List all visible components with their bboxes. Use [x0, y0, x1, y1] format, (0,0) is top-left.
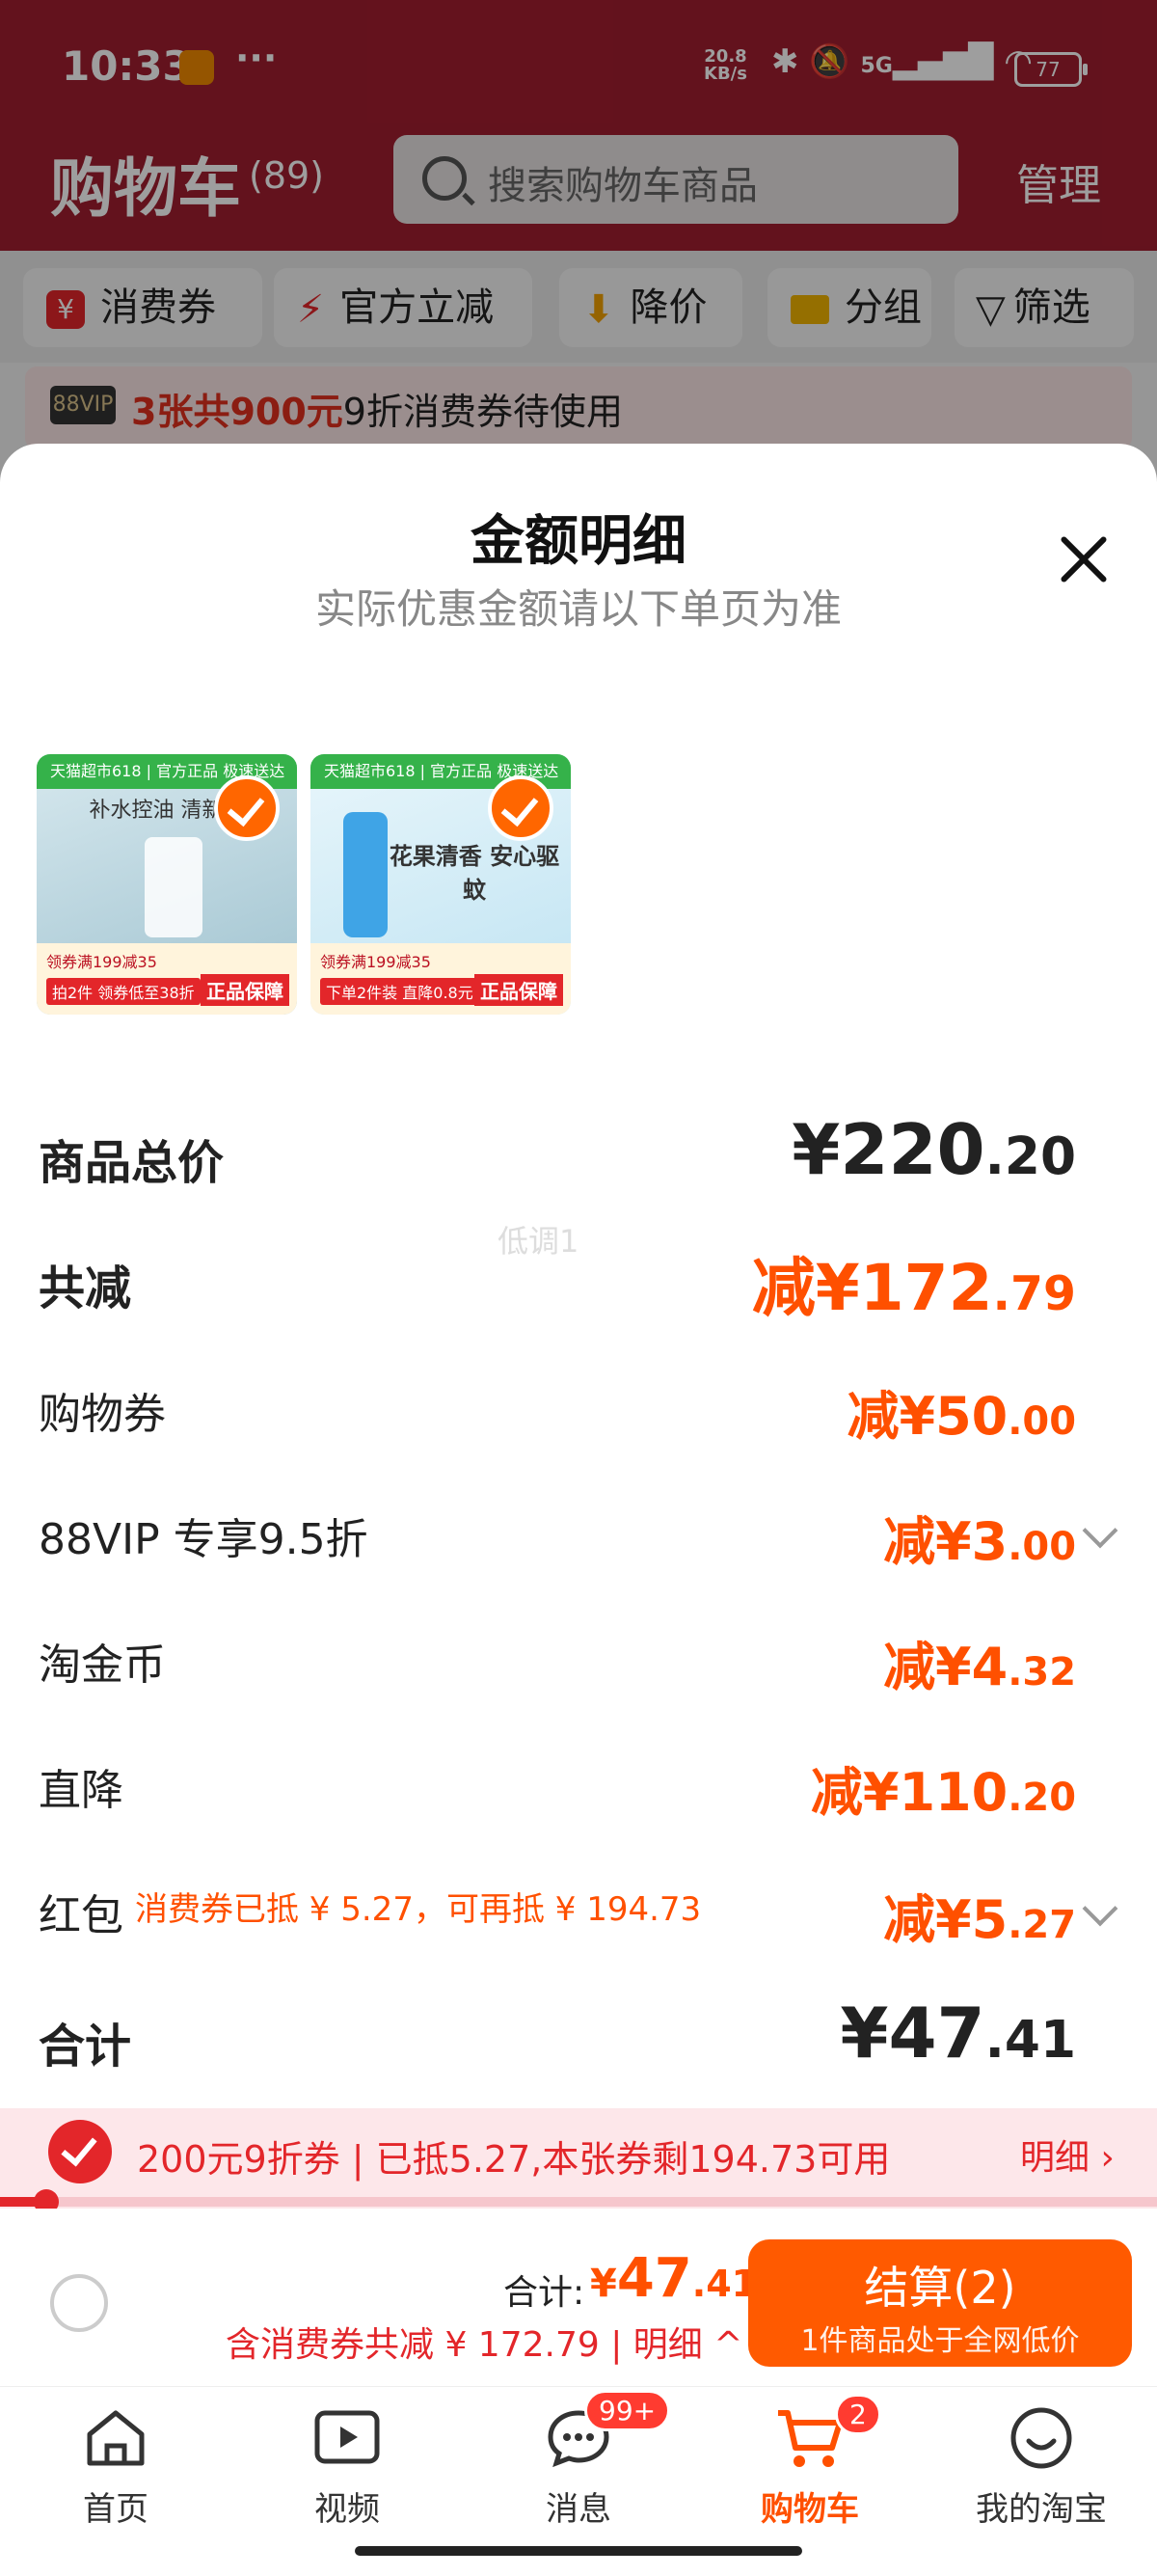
coupon-detail-link[interactable]: 明细 ›: [1020, 2129, 1115, 2180]
row-label-shopping-voucher: 购物券: [39, 1390, 166, 1439]
sheet-title: 金额明细: [471, 510, 686, 573]
row-value-total-discount: 减¥172.79: [751, 1251, 1076, 1325]
cart-badge: 2: [835, 2394, 881, 2435]
product-bottle-image: [145, 837, 202, 937]
row-value-shopping-voucher: 减¥50.00: [847, 1386, 1076, 1447]
tab-my-taobao[interactable]: 我的淘宝: [926, 2400, 1157, 2530]
row-value-taojinbi: 减¥4.32: [883, 1637, 1076, 1697]
coupon-progress-track: [0, 2197, 1157, 2207]
row-value-hongbao[interactable]: 减¥5.27: [883, 1877, 1076, 1953]
message-badge: 99+: [584, 2390, 671, 2431]
coupon-check-icon[interactable]: [48, 2120, 112, 2183]
total-value: ¥47.41: [590, 2247, 758, 2310]
tab-video[interactable]: 视频: [231, 2400, 463, 2530]
tab-cart[interactable]: 购物车 2: [694, 2394, 926, 2530]
home-icon: [87, 2410, 145, 2466]
tab-messages[interactable]: 消息 99+: [463, 2390, 694, 2530]
selected-check-icon[interactable]: [488, 775, 553, 841]
sheet-subtitle: 实际优惠金额请以下单页为准: [314, 585, 842, 633]
row-value-direct-reduction: 减¥110.20: [810, 1762, 1076, 1823]
video-icon: [314, 2410, 380, 2464]
select-all-checkbox[interactable]: [50, 2274, 108, 2332]
coupon-text: 200元9折券 | 已抵5.27,本张券剩194.73可用: [137, 2138, 891, 2181]
product-thumbnail[interactable]: 天猫超市618 | 官方正品 极速送达 补水控油 清新水 领券满199减35 拍…: [37, 754, 297, 1015]
row-value-subtotal: ¥220.20: [792, 1109, 1076, 1190]
close-icon[interactable]: [1053, 532, 1107, 586]
discount-detail-toggle[interactable]: 含消费券共减 ¥ 172.79 | 明细 ^: [226, 2317, 742, 2367]
product-promo: 领券满199减35 下单2件装 直降0.8元 正品保障: [310, 943, 571, 1015]
watermark: 低调1: [498, 1223, 579, 1260]
row-label-subtotal: 商品总价: [39, 1136, 225, 1190]
product-thumbnail[interactable]: 天猫超市618 | 官方正品 极速送达 花果清香 安心驱蚊 领券满199减35 …: [310, 754, 571, 1015]
row-label-total: 合计: [39, 2020, 132, 2074]
row-label-total-discount: 共减: [39, 1261, 132, 1315]
row-label-taojinbi: 淘金币: [39, 1641, 166, 1690]
selected-check-icon[interactable]: [214, 775, 280, 841]
product-promo: 领券满199减35 拍2件 领券低至38折 正品保障: [37, 943, 297, 1015]
home-indicator: [355, 2546, 802, 2556]
row-value-vip-discount[interactable]: 减¥3.00: [883, 1499, 1076, 1575]
row-value-total: ¥47.41: [840, 1993, 1076, 2074]
total-label: 合计:: [503, 2273, 585, 2313]
row-label-vip-discount: 88VIP 专享9.5折: [39, 1515, 368, 1564]
tab-home[interactable]: 首页: [0, 2400, 231, 2530]
profile-icon: [1010, 2407, 1072, 2469]
row-label-hongbao: 红包: [39, 1891, 123, 1940]
row-label-direct-reduction: 直降: [39, 1766, 123, 1815]
checkout-button[interactable]: 结算(2) 1件商品处于全网低价: [748, 2239, 1132, 2367]
hongbao-note: 消费券已抵 ¥ 5.27，可再抵 ¥ 194.73: [135, 1890, 702, 1929]
